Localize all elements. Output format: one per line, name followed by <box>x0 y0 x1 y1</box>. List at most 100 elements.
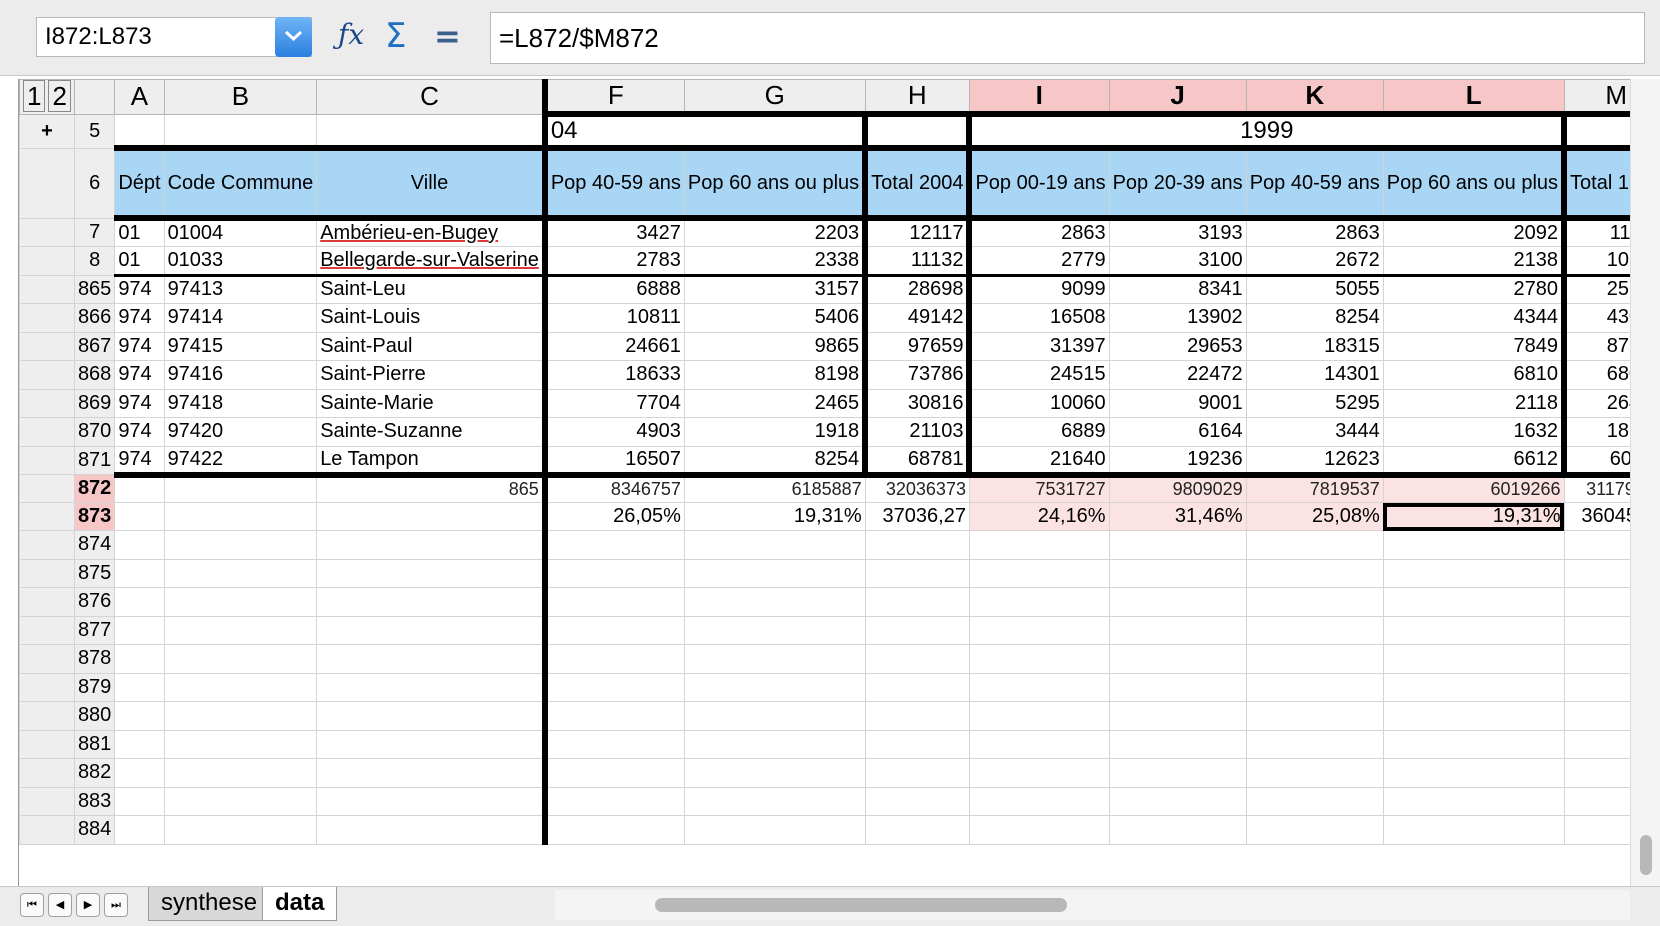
cell[interactable] <box>1563 558 1630 588</box>
cell[interactable] <box>1382 701 1565 731</box>
vertical-scroll-thumb[interactable] <box>1640 835 1652 875</box>
cell[interactable]: 6185887 <box>683 474 866 503</box>
row-header[interactable]: 880 <box>73 701 116 731</box>
cell[interactable] <box>968 530 1110 560</box>
cell[interactable]: 49142 <box>864 303 973 333</box>
cell[interactable] <box>864 530 970 560</box>
cell[interactable] <box>114 701 165 731</box>
cell[interactable] <box>1108 530 1247 560</box>
cell[interactable]: 97415 <box>163 331 318 361</box>
row-header[interactable]: 884 <box>73 815 116 845</box>
cell[interactable]: 28698 <box>864 274 973 304</box>
column-header-c[interactable]: C <box>316 79 548 115</box>
row-header[interactable]: 876 <box>73 587 116 617</box>
cell[interactable] <box>114 558 165 588</box>
cell[interactable]: 2779 <box>968 246 1110 277</box>
table-row[interactable]: 884 <box>19 815 1630 845</box>
cell[interactable] <box>683 786 866 816</box>
table-row[interactable]: 876 <box>19 587 1630 617</box>
cell[interactable] <box>968 587 1110 617</box>
cell[interactable] <box>1245 530 1384 560</box>
cell[interactable]: 974 <box>114 445 165 478</box>
cell[interactable]: 11132 <box>864 246 973 277</box>
cell[interactable]: 974 <box>114 331 165 361</box>
cell[interactable] <box>683 758 866 788</box>
corner-cell[interactable] <box>73 79 116 115</box>
cell[interactable]: 13902 <box>1108 303 1247 333</box>
cell[interactable]: 7531727 <box>968 474 1110 503</box>
name-box[interactable]: I872:L873 <box>36 17 312 57</box>
formula-icon[interactable]: = <box>434 17 464 57</box>
cell[interactable] <box>1245 558 1384 588</box>
cell[interactable] <box>544 530 685 560</box>
cell[interactable]: 9099 <box>968 274 1110 304</box>
cell[interactable]: 36045,73 <box>1563 502 1630 531</box>
cell[interactable] <box>1382 815 1565 845</box>
cell[interactable] <box>1563 111 1630 149</box>
cell[interactable] <box>544 587 685 617</box>
cell[interactable] <box>683 729 866 759</box>
cell[interactable]: 22472 <box>1108 360 1247 390</box>
cell[interactable]: 21640 <box>968 445 1110 478</box>
table-row[interactable]: 877 <box>19 615 1630 645</box>
cell[interactable] <box>683 644 866 674</box>
cell[interactable]: 30816 <box>864 388 973 418</box>
cell[interactable] <box>544 786 685 816</box>
row-header[interactable]: 870 <box>73 417 116 447</box>
cell[interactable] <box>968 701 1110 731</box>
cell[interactable]: 60111 <box>1563 445 1630 478</box>
cell[interactable] <box>316 615 548 645</box>
cell[interactable] <box>316 644 548 674</box>
cell[interactable] <box>163 615 318 645</box>
cell[interactable]: 974 <box>114 417 165 447</box>
cell[interactable]: 6612 <box>1382 445 1568 478</box>
cell[interactable]: 3427 <box>544 217 685 247</box>
cell[interactable] <box>1245 758 1384 788</box>
cell[interactable] <box>163 113 318 149</box>
sum-icon[interactable]: Σ <box>385 16 415 56</box>
cell[interactable] <box>1245 701 1384 731</box>
cell[interactable]: 2092 <box>1382 217 1568 247</box>
cell[interactable] <box>163 786 318 816</box>
cell[interactable] <box>1108 758 1247 788</box>
cell[interactable] <box>163 758 318 788</box>
column-header-g[interactable]: G <box>683 79 866 115</box>
cell[interactable]: 9865 <box>683 331 869 361</box>
cell[interactable]: 16507 <box>544 445 685 478</box>
sheet-tab-data[interactable]: data <box>262 887 338 921</box>
column-header-k[interactable]: K <box>1245 79 1384 115</box>
cell[interactable] <box>1108 587 1247 617</box>
cell[interactable] <box>316 701 548 731</box>
table-row[interactable]: 881 <box>19 729 1630 759</box>
cell[interactable] <box>1108 701 1247 731</box>
column-header-m[interactable]: M <box>1563 79 1630 115</box>
column-header-i[interactable]: I <box>968 79 1110 115</box>
column-title[interactable]: Pop 00-19 ans <box>968 145 1110 221</box>
cell[interactable]: 9001 <box>1108 388 1247 418</box>
column-title[interactable]: Total 2004 <box>864 145 973 221</box>
column-title[interactable]: Ville <box>316 145 548 221</box>
cell[interactable]: 11011 <box>1563 217 1630 247</box>
cell[interactable]: 10060 <box>968 388 1110 418</box>
cell[interactable] <box>544 672 685 702</box>
column-title[interactable]: Dépt <box>114 145 165 221</box>
row-header[interactable]: 869 <box>73 388 116 418</box>
column-title[interactable]: Pop 40-59 ans <box>1245 145 1384 221</box>
cell[interactable]: 18315 <box>1245 331 1384 361</box>
cell[interactable] <box>968 644 1110 674</box>
cell[interactable] <box>1563 729 1630 759</box>
cell[interactable]: 01033 <box>163 246 318 277</box>
cell[interactable]: 01 <box>114 217 165 247</box>
prev-sheet-button[interactable]: ◀ <box>48 893 72 917</box>
cell[interactable] <box>114 502 165 531</box>
cell[interactable] <box>163 474 318 503</box>
cell[interactable]: 68098 <box>1563 360 1630 390</box>
cell[interactable]: 10811 <box>544 303 685 333</box>
cell[interactable]: 6164 <box>1108 417 1247 447</box>
cell[interactable] <box>1563 758 1630 788</box>
cell[interactable]: 25,08% <box>1245 502 1384 531</box>
cell[interactable] <box>968 729 1110 759</box>
cell[interactable]: 5406 <box>683 303 869 333</box>
table-row[interactable]: 871 974 97422 Le Tampon 16507 8254 68781 21640 1… <box>19 445 1630 478</box>
table-row[interactable]: 866 974 97414 Saint-Louis 10811 5406 49142 1650… <box>19 303 1630 333</box>
